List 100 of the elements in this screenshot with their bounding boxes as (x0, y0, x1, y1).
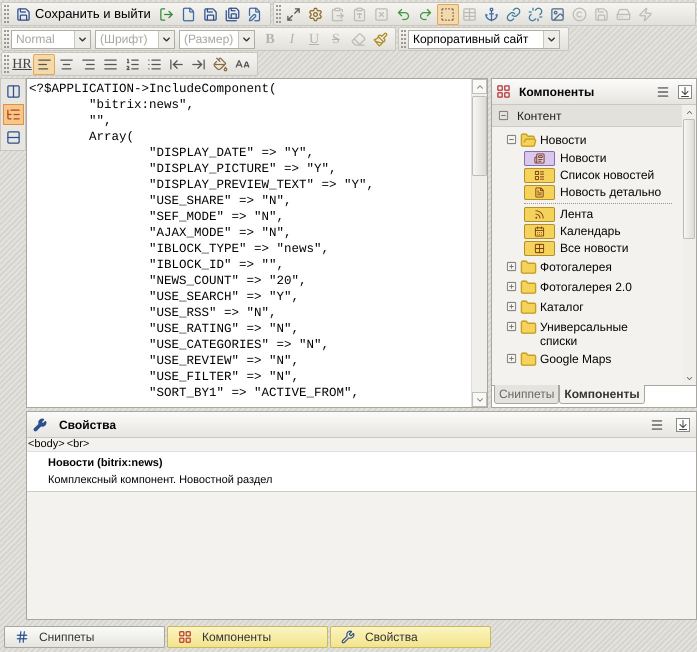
component-item[interactable]: Новости (524, 150, 682, 167)
tree-folder[interactable]: Фотогалерея 2.0 (506, 278, 682, 297)
flash-icon (638, 6, 654, 22)
component-label: Лента (560, 208, 594, 221)
dropdown-value: (Шрифт) (99, 31, 148, 48)
component-item[interactable]: Все новости (524, 240, 682, 257)
dropdown[interactable]: Корпоративный сайт (408, 30, 560, 48)
indent-icon (190, 56, 206, 72)
folder-label: Google Maps (540, 352, 612, 366)
components-icon (178, 630, 192, 644)
new-page-icon (181, 6, 196, 22)
component-item[interactable]: Лента (524, 206, 682, 223)
expand-icon[interactable] (506, 301, 517, 312)
expand-icon[interactable] (506, 353, 517, 364)
panel-title: Свойства (59, 416, 118, 434)
component-icon (524, 168, 555, 183)
align-left-button[interactable] (33, 54, 55, 74)
folder-icon (520, 132, 537, 149)
tree-folder[interactable]: Новости (506, 131, 682, 150)
dropdown-value: Корпоративный сайт (412, 31, 530, 48)
save-as-icon (225, 6, 240, 22)
fullscreen-icon (286, 6, 302, 22)
select-icon (440, 6, 456, 22)
component-label: Новость детально (560, 186, 662, 199)
table-icon (462, 6, 478, 22)
expand-icon[interactable] (506, 321, 517, 332)
component-item[interactable]: Календарь (524, 223, 682, 240)
taskbar-tab[interactable]: Сниппеты (4, 626, 165, 648)
unlink-icon (528, 6, 544, 22)
dropdown-value: (Размер) (183, 31, 234, 48)
anchor-icon (484, 6, 500, 22)
menu-icon[interactable] (656, 84, 670, 98)
toolbar-grip[interactable] (276, 5, 281, 23)
collapse-icon[interactable] (506, 134, 517, 145)
component-item[interactable]: Список новостей (524, 167, 682, 184)
expand-icon[interactable] (506, 261, 517, 272)
folder-icon (520, 351, 537, 368)
page-properties-icon (247, 6, 262, 22)
taskbar-tab[interactable]: Компоненты (167, 626, 328, 648)
scroll-thumb[interactable] (472, 96, 487, 176)
scroll-up-icon[interactable] (472, 79, 487, 94)
panel-tab[interactable]: Компоненты (559, 385, 645, 404)
folder-icon (520, 259, 537, 276)
folder-label: Каталог (540, 300, 585, 314)
save-template-icon (594, 6, 610, 22)
scroll-thumb[interactable] (683, 119, 695, 239)
scrollbar[interactable] (471, 79, 487, 407)
code-text: <?$APPLICATION->IncludeComponent( "bitrix:news", "", Array( "DISPLAY_DATE" => "Y", "DISPLAY_PICTURE" => "Y", "DISPLAY_PREVIEW_TEXT" => "Y", "USE_SHARE" => "N", "SEF_MODE" => "N", "AJAX_MODE" => "N", "IBLOCK_TYPE" => "news", "IBLOCK_ID" => "", "NEWS_COUNT" => "20", "USE_SEARCH" => "Y", "USE_RSS" => "N", "USE_RATING" => "N", "USE_CATEGORIES" => "N", "USE_REVIEW" => "N", "USE_FILTER" => "N", "SORT_BY1" => "ACTIVE_FROM", (28, 81, 376, 402)
paste-icon (330, 6, 346, 22)
view-mode-button[interactable] (2, 104, 24, 125)
breadcrumb-tag[interactable]: <br> (66, 436, 90, 453)
folder-icon (520, 279, 537, 296)
settings-icon (308, 6, 324, 22)
save-icon (203, 6, 218, 22)
code-view-icon (6, 107, 20, 122)
tree-folder[interactable]: Фотогалерея (506, 258, 682, 277)
pin-icon[interactable] (676, 418, 690, 432)
folder-label: Универсальные списки (540, 320, 629, 348)
collapse-icon[interactable] (498, 110, 509, 121)
expand-icon[interactable] (506, 281, 517, 292)
paste-text-icon (352, 6, 368, 22)
components-icon (496, 84, 511, 99)
component-label: Список новостей (560, 169, 656, 182)
redo-icon (418, 6, 434, 22)
tree-folder[interactable]: Универсальные списки (506, 318, 682, 349)
component-label: Новости (560, 152, 608, 165)
wrench-icon (33, 418, 47, 432)
paint-bucket-icon (212, 56, 228, 72)
toolbar-grip[interactable] (4, 5, 9, 23)
toolbar-grip[interactable] (4, 55, 9, 73)
save-and-exit-button[interactable]: Сохранить и выйти (11, 4, 156, 24)
component-icon (524, 151, 555, 166)
toolbar-grip[interactable] (401, 30, 406, 48)
section-header[interactable]: Контент (492, 105, 682, 127)
undo-icon (396, 6, 412, 22)
breadcrumb-tag[interactable]: <body> (28, 436, 65, 453)
toolbar-grip[interactable] (4, 30, 9, 48)
code-editor[interactable] (26, 78, 488, 408)
tree-folder[interactable]: Каталог (506, 298, 682, 317)
panel-tab[interactable]: Сниппеты (494, 385, 560, 404)
taskbar-tab[interactable]: Свойства (330, 626, 491, 648)
copyright-icon (572, 6, 588, 22)
select-button[interactable] (436, 4, 459, 24)
folder-icon (520, 299, 537, 316)
folder-label: Новости (540, 133, 588, 147)
exit-icon (159, 6, 174, 22)
component-item[interactable]: Новость детально (524, 184, 682, 201)
align-left-icon (36, 56, 52, 72)
section-title: Контент (517, 108, 562, 124)
numbered-list-icon (124, 56, 140, 72)
tree-folder[interactable]: Google Maps (506, 350, 682, 369)
component-label: Все новости (560, 242, 630, 255)
folder-icon (520, 319, 537, 336)
format-button[interactable]: HR (11, 54, 33, 74)
justify-icon (102, 56, 118, 72)
component-icon (524, 241, 555, 256)
scroll-down-icon[interactable] (472, 392, 487, 407)
menu-icon[interactable] (650, 418, 664, 432)
component-description: Комплексный компонент. Новостной раздел (48, 472, 274, 488)
pin-icon[interactable] (678, 84, 692, 98)
